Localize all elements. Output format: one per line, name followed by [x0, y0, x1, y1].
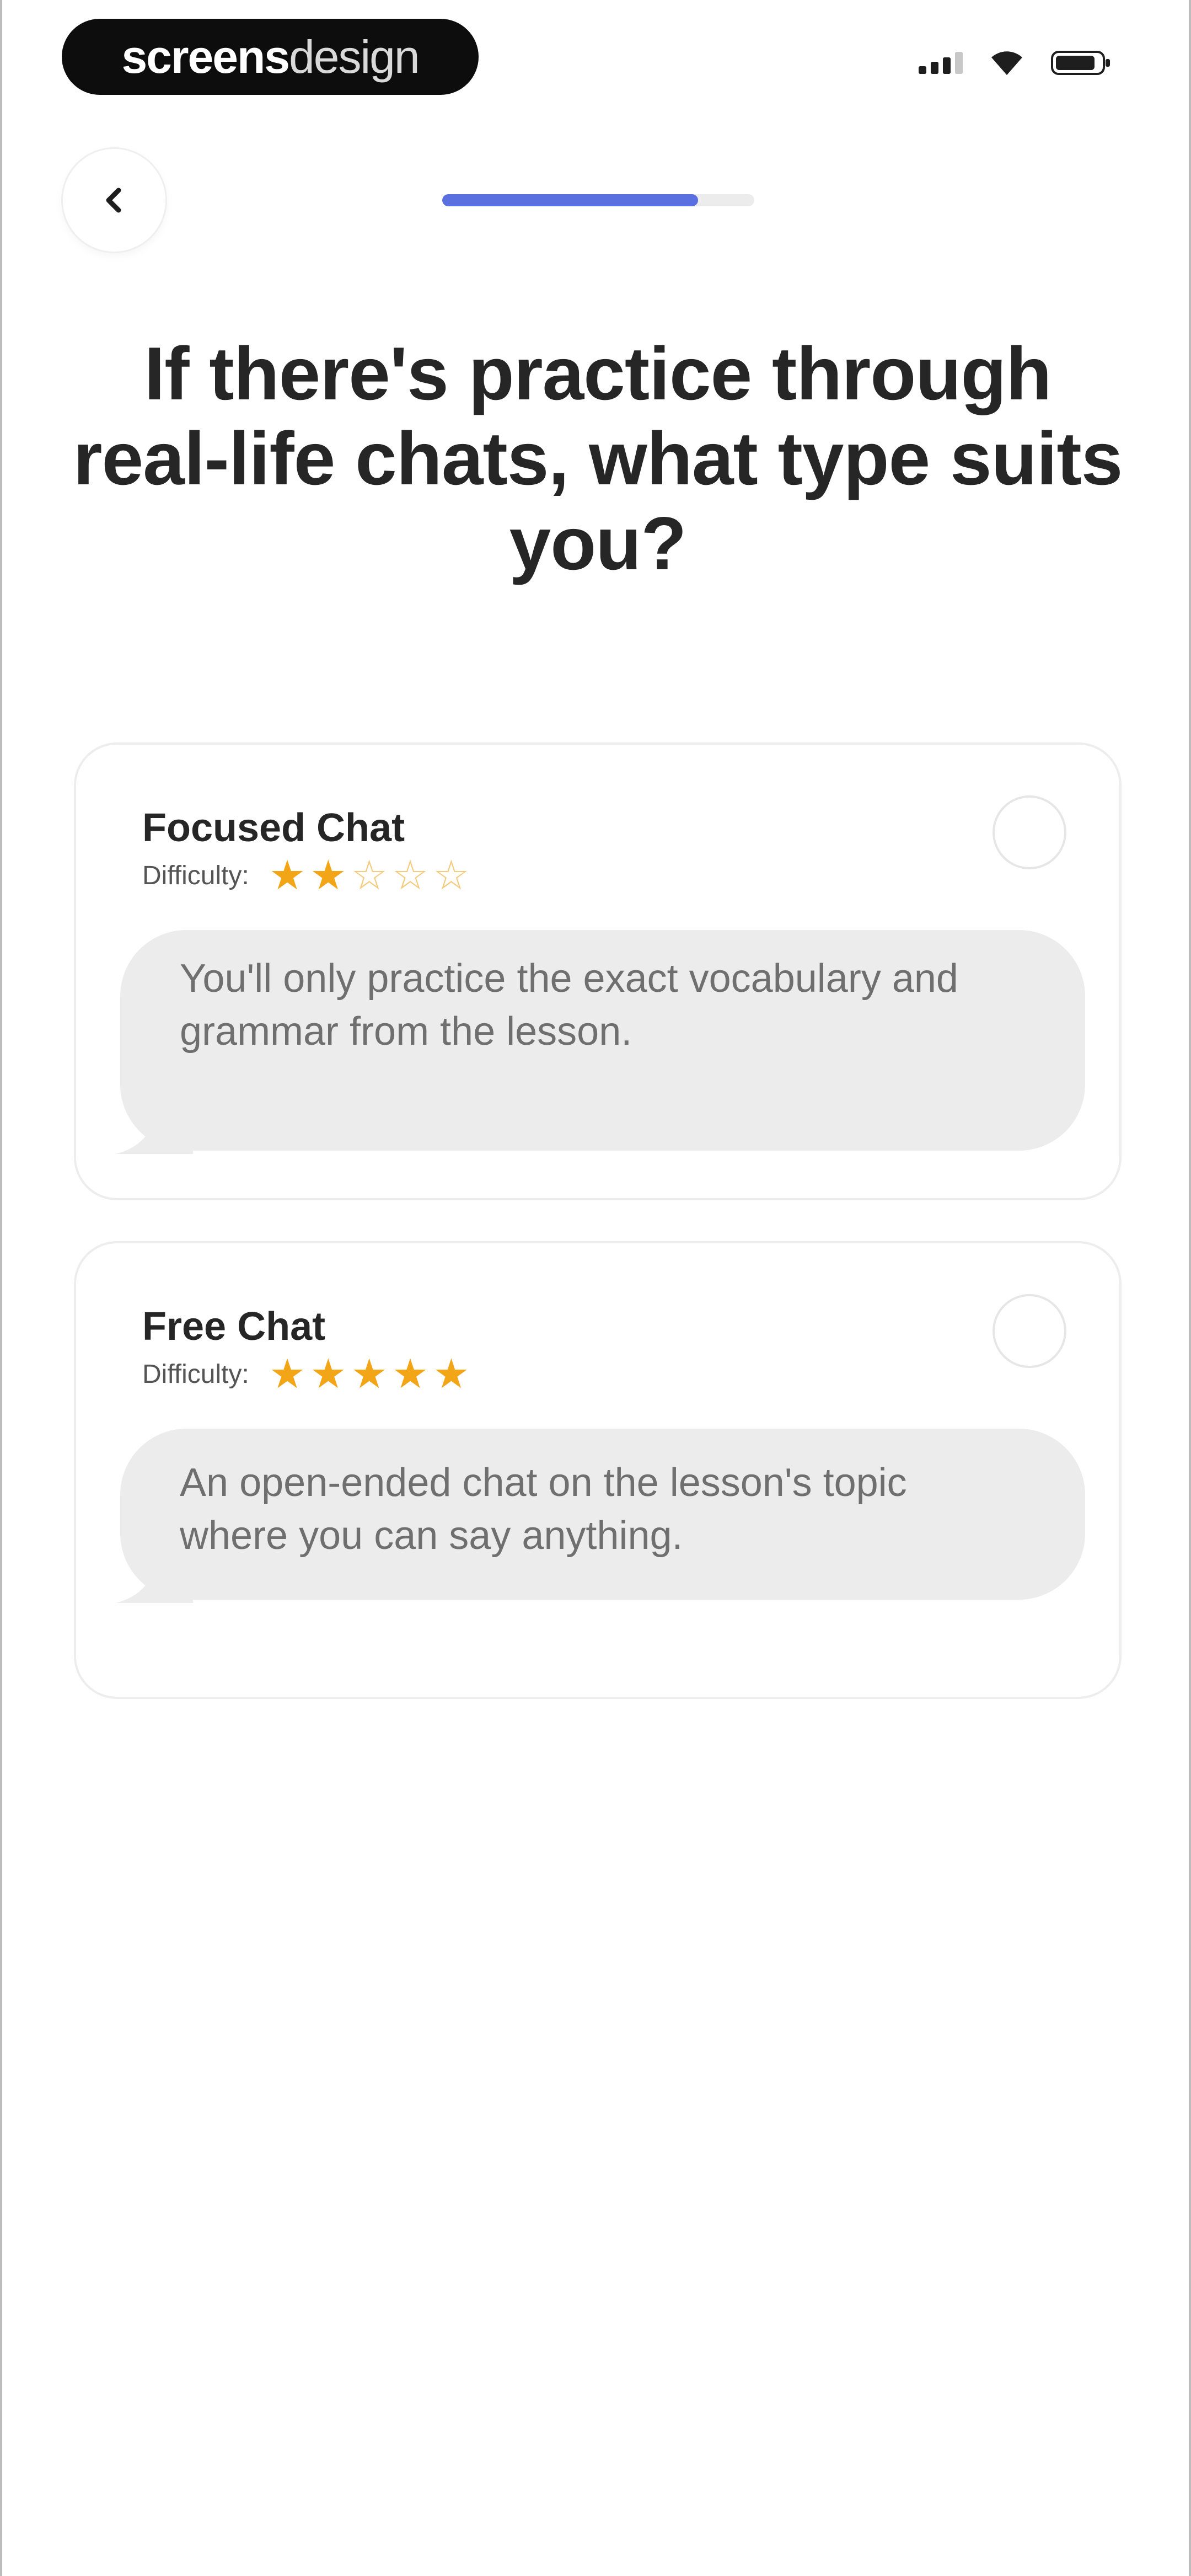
bubble-tail	[116, 1132, 193, 1154]
brand-bold-text: screens	[121, 30, 290, 83]
option-description: You'll only practice the exact vocabular…	[180, 956, 958, 1054]
brand-light-text: design	[289, 30, 420, 83]
star-outline-icon: ☆	[433, 852, 470, 898]
star-outline-icon: ☆	[391, 852, 429, 898]
difficulty-stars: ★ ★ ☆ ☆ ☆	[269, 855, 470, 896]
progress-bar	[442, 194, 754, 206]
option-card-focused-chat[interactable]: Focused Chat Difficulty: ★ ★ ☆ ☆ ☆ You'll on…	[74, 742, 1122, 1200]
option-card-free-chat[interactable]: Free Chat Difficulty: ★ ★ ★ ★ ★ An open-ende…	[74, 1241, 1122, 1699]
star-filled-icon: ★	[310, 1351, 347, 1397]
star-outline-icon: ☆	[351, 852, 388, 898]
star-filled-icon: ★	[269, 1351, 306, 1397]
option-radio[interactable]	[993, 1294, 1066, 1368]
signal-icon	[919, 52, 963, 74]
difficulty-row: Difficulty: ★ ★ ☆ ☆ ☆	[142, 855, 470, 896]
question-title: If there's practice through real-life ch…	[73, 332, 1123, 585]
bubble-tail	[116, 1581, 193, 1603]
difficulty-stars: ★ ★ ★ ★ ★	[269, 1354, 470, 1394]
screensdesign-watermark: screens design	[62, 19, 479, 95]
wifi-icon	[991, 51, 1022, 75]
star-filled-icon: ★	[391, 1351, 429, 1397]
option-radio[interactable]	[993, 795, 1066, 869]
status-icons	[919, 50, 1112, 76]
chevron-left-icon	[106, 188, 121, 213]
star-filled-icon: ★	[310, 852, 347, 898]
battery-icon	[1051, 51, 1110, 75]
difficulty-label: Difficulty:	[142, 1359, 249, 1389]
progress-fill	[442, 194, 699, 206]
star-filled-icon: ★	[269, 852, 306, 898]
difficulty-label: Difficulty:	[142, 861, 249, 890]
option-title: Free Chat	[142, 1305, 326, 1349]
app-screen: screens design If there's practice throug…	[0, 0, 1191, 2576]
star-filled-icon: ★	[433, 1351, 470, 1397]
option-description: An open-ended chat on the lesson's topic…	[180, 1461, 907, 1558]
description-bubble: You'll only practice the exact vocabular…	[116, 930, 1085, 1154]
option-title: Focused Chat	[142, 806, 405, 850]
star-filled-icon: ★	[351, 1351, 388, 1397]
difficulty-row: Difficulty: ★ ★ ★ ★ ★	[142, 1354, 470, 1394]
description-bubble: An open-ended chat on the lesson's topic…	[116, 1429, 1085, 1603]
back-button[interactable]	[63, 149, 165, 252]
